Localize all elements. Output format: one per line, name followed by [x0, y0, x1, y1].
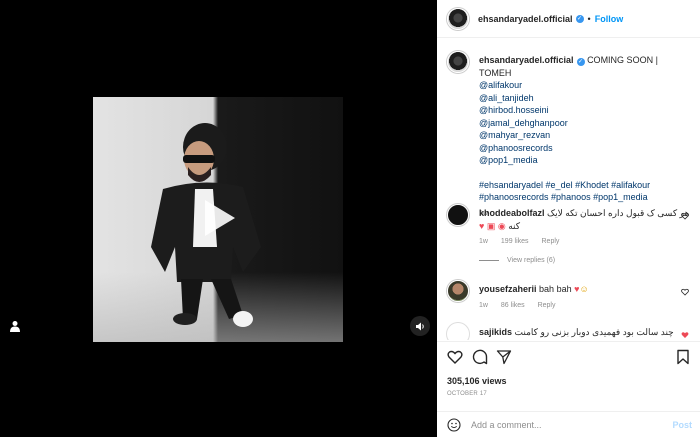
comment-icon[interactable]	[472, 349, 488, 365]
header-username[interactable]: ehsandaryadel.official	[478, 14, 573, 24]
comment-text-line2: کنه	[508, 220, 521, 231]
comment-input[interactable]	[471, 417, 661, 433]
verified-badge-icon: ✓	[576, 58, 585, 66]
likes-count[interactable]: 199 likes	[501, 238, 529, 245]
caption-hashtags[interactable]: #ehsandaryadel #e_del #Khodet #alifakour…	[479, 180, 650, 203]
timestamp: 1w	[479, 238, 488, 245]
reply-button[interactable]: Reply	[538, 302, 556, 309]
mention-link[interactable]: @mahyar_rezvan	[479, 129, 691, 142]
likes-count[interactable]: 86 likes	[501, 302, 525, 309]
volume-icon	[415, 322, 424, 330]
bookmark-icon[interactable]	[675, 349, 691, 365]
post-actions: 305,106 views OCTOBER 17 Post	[437, 341, 700, 437]
emoji-icon: ♥ ▣ ◉	[479, 220, 506, 231]
comment-body: yousefzaherii bah bah ♥☺ 1w 86 likes Rep…	[479, 283, 691, 312]
like-heart-icon[interactable]	[681, 212, 689, 220]
mention-link[interactable]: @hirbod.hosseini	[479, 104, 691, 117]
comment-text: چند سالت بود فهمیدی دوبار بزنی رو کامنت	[514, 327, 674, 337]
heart-icon[interactable]	[447, 349, 463, 365]
caption-body: ehsandaryadel.official ✓ COMING SOON | TO…	[479, 54, 691, 220]
comment-body: khoddeabolfazl هر کسی ک قبول داره احسان …	[479, 207, 691, 249]
like-heart-icon[interactable]	[681, 331, 689, 339]
emoji-picker-icon[interactable]	[447, 418, 461, 432]
user-tag-icon[interactable]	[9, 320, 21, 332]
mention-link[interactable]: @ali_tanjideh	[479, 92, 691, 105]
comment-body: sajikids چند سالت بود فهمیدی دوبار بزنی …	[479, 326, 691, 339]
view-replies-button[interactable]: View replies (6)	[479, 257, 555, 264]
avatar[interactable]	[447, 280, 469, 302]
mention-link[interactable]: @phanoosrecords	[479, 142, 691, 155]
divider	[479, 260, 499, 261]
video-player[interactable]	[93, 97, 343, 342]
post-header: ehsandaryadel.official ✓ • Follow	[437, 0, 700, 38]
view-replies-label: View replies (6)	[507, 257, 556, 264]
avatar[interactable]	[447, 204, 469, 226]
comment-meta: 1w 199 likes Reply	[479, 236, 691, 249]
comment-username[interactable]: khoddeabolfazl	[479, 208, 545, 218]
reply-button[interactable]: Reply	[542, 238, 560, 245]
follow-button[interactable]: Follow	[595, 14, 624, 24]
add-comment-bar: Post	[437, 411, 700, 437]
comment-text: bah bah	[539, 284, 572, 294]
views-count[interactable]: 305,106 views	[447, 376, 507, 386]
emoji-icon: ☺	[579, 284, 589, 294]
post-button[interactable]: Post	[672, 420, 692, 430]
header-separator: •	[587, 13, 591, 24]
comment-meta: 1w 86 likes Reply	[479, 300, 691, 313]
comment-username[interactable]: sajikids	[479, 327, 512, 337]
volume-button[interactable]	[410, 316, 430, 336]
comments-list[interactable]: ehsandaryadel.official ✓ COMING SOON | TO…	[437, 39, 700, 340]
caption-username[interactable]: ehsandaryadel.official	[479, 55, 574, 65]
timestamp: 1w	[479, 301, 488, 309]
avatar[interactable]	[447, 51, 469, 73]
play-icon[interactable]	[193, 194, 241, 242]
avatar[interactable]	[447, 323, 469, 340]
comment-text: هر کسی ک قبول داره احسان تکه لایک	[547, 208, 690, 218]
post-date: OCTOBER 17	[447, 391, 487, 397]
mention-link[interactable]: @pop1_media	[479, 154, 691, 167]
mention-link[interactable]: @alifakour	[479, 79, 691, 92]
comment-username[interactable]: yousefzaherii	[479, 284, 537, 294]
verified-badge-icon: ✓	[575, 14, 584, 23]
like-heart-icon[interactable]	[681, 288, 689, 296]
avatar[interactable]	[447, 7, 469, 30]
post-media	[0, 0, 437, 437]
share-icon[interactable]	[496, 349, 512, 365]
mention-link[interactable]: @jamal_dehghanpoor	[479, 117, 691, 130]
post-sidebar: ehsandaryadel.official ✓ • Follow ehsand…	[437, 0, 700, 437]
